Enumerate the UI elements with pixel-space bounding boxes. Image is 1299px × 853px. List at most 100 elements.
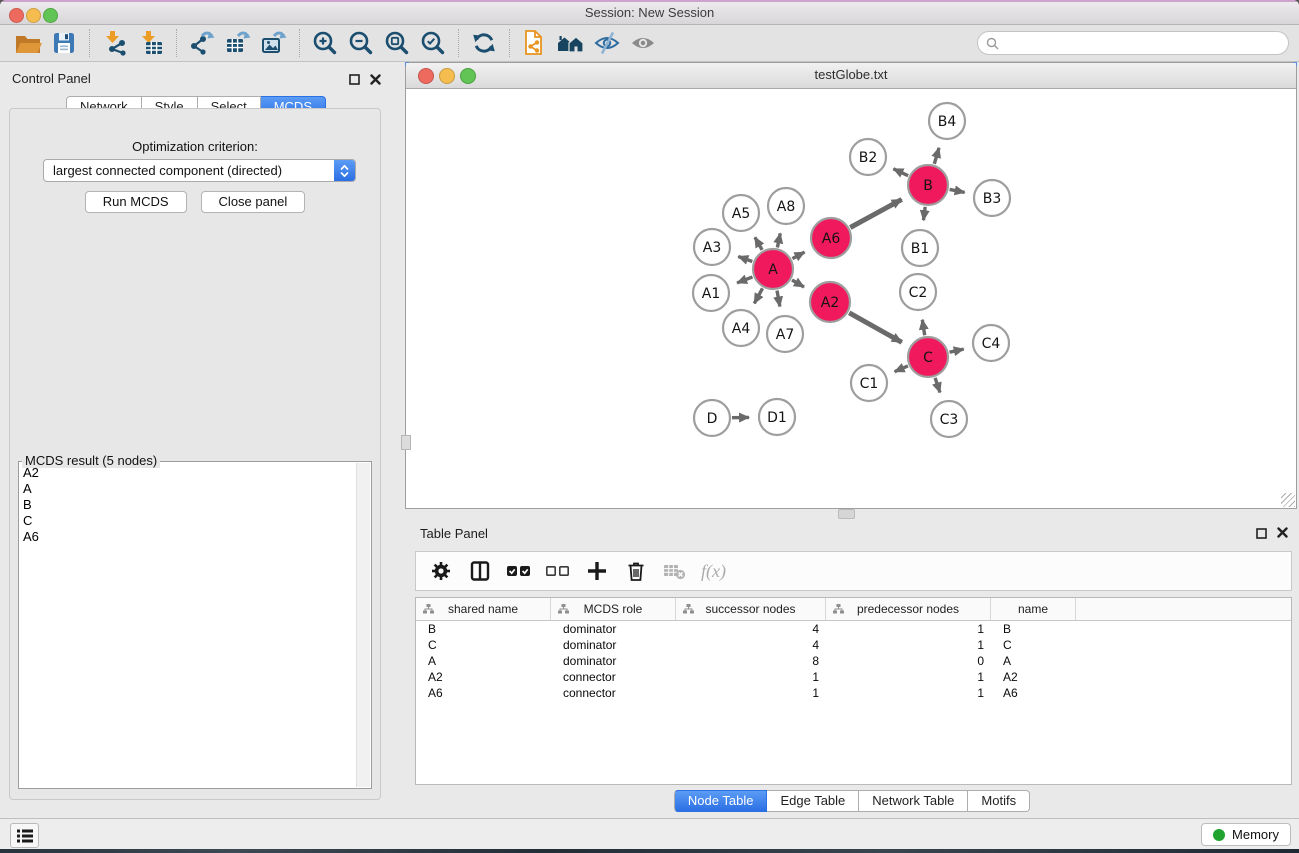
mcds-result-item[interactable]: B bbox=[23, 497, 356, 513]
unselect-all-columns-button[interactable] bbox=[545, 558, 571, 584]
tab-node-table[interactable]: Node Table bbox=[674, 790, 768, 812]
memory-button[interactable]: Memory bbox=[1201, 823, 1291, 846]
refresh-button[interactable] bbox=[466, 28, 502, 58]
mcds-result-item[interactable]: C bbox=[23, 513, 356, 529]
zoom-in-button[interactable] bbox=[307, 28, 343, 58]
edge-B-B3[interactable] bbox=[950, 189, 965, 192]
column-header-name[interactable]: name bbox=[991, 598, 1076, 620]
zoom-out-button[interactable] bbox=[343, 28, 379, 58]
edge-A-A6[interactable] bbox=[792, 252, 804, 259]
run-mcds-button[interactable]: Run MCDS bbox=[85, 191, 187, 213]
edge-A-A4[interactable] bbox=[754, 288, 762, 303]
cell: 1 bbox=[676, 686, 826, 700]
zoom-window-button[interactable] bbox=[43, 8, 58, 23]
table-row-A[interactable]: Adominator80A bbox=[416, 653, 1291, 669]
network-canvas[interactable]: B4B2BB3A8A5A6A3B1AA1C2A2A4A7C4CC1C3DD1 bbox=[406, 89, 1296, 508]
zoom-view-button[interactable] bbox=[460, 68, 476, 84]
mcds-result-item[interactable]: A2 bbox=[23, 465, 356, 481]
new-network-from-selection-button[interactable] bbox=[517, 28, 553, 58]
export-table-button[interactable] bbox=[220, 28, 256, 58]
close-panel-button[interactable]: Close panel bbox=[201, 191, 306, 213]
canvas-splitter-handle[interactable] bbox=[401, 435, 411, 450]
criterion-dropdown[interactable]: largest connected component (directed) bbox=[43, 159, 356, 182]
search-field[interactable] bbox=[977, 31, 1289, 55]
node-label-D1: D1 bbox=[767, 410, 787, 426]
window-title: Session: New Session bbox=[0, 2, 1299, 23]
select-all-columns-button[interactable] bbox=[506, 558, 532, 584]
edge-A-A8[interactable] bbox=[777, 233, 780, 247]
table-settings-button[interactable] bbox=[428, 558, 454, 584]
mcds-result-item[interactable]: A bbox=[23, 481, 356, 497]
edge-A-A3[interactable] bbox=[738, 257, 752, 262]
edge-A-A1[interactable] bbox=[737, 277, 752, 283]
zoom-selected-button[interactable] bbox=[415, 28, 451, 58]
export-image-button[interactable] bbox=[256, 28, 292, 58]
close-view-button[interactable] bbox=[418, 68, 434, 84]
split-columns-button[interactable] bbox=[467, 558, 493, 584]
column-header-MCDS-role[interactable]: MCDS role bbox=[551, 598, 676, 620]
cell: 1 bbox=[826, 638, 991, 652]
edge-B-B1[interactable] bbox=[924, 207, 926, 220]
close-table-panel-icon[interactable] bbox=[1277, 525, 1288, 543]
mcds-result-box: MCDS result (5 nodes) A2ABCA6 bbox=[18, 461, 372, 789]
column-type-icon bbox=[558, 604, 569, 614]
open-session-button[interactable] bbox=[10, 28, 46, 58]
column-type-icon bbox=[423, 604, 434, 614]
first-neighbors-button[interactable] bbox=[553, 28, 589, 58]
import-table-button[interactable] bbox=[133, 28, 169, 58]
minimize-view-button[interactable] bbox=[439, 68, 455, 84]
edge-A6-B[interactable] bbox=[850, 199, 901, 227]
column-header-predecessor-nodes[interactable]: predecessor nodes bbox=[826, 598, 991, 620]
edge-C-C4[interactable] bbox=[950, 349, 964, 352]
delete-column-button[interactable] bbox=[623, 558, 649, 584]
column-header-shared-name[interactable]: shared name bbox=[416, 598, 551, 620]
export-network-button[interactable] bbox=[184, 28, 220, 58]
mcds-result-item[interactable]: A6 bbox=[23, 529, 356, 545]
cell: dominator bbox=[551, 654, 676, 668]
tab-edge-table[interactable]: Edge Table bbox=[767, 790, 859, 812]
float-panel-icon[interactable] bbox=[349, 72, 360, 90]
toolbar-separator bbox=[509, 29, 510, 57]
edge-B-B4[interactable] bbox=[934, 148, 939, 164]
task-history-button[interactable] bbox=[10, 823, 39, 848]
table-row-C[interactable]: Cdominator41C bbox=[416, 637, 1291, 653]
tab-motifs[interactable]: Motifs bbox=[968, 790, 1030, 812]
close-window-button[interactable] bbox=[9, 8, 24, 23]
edge-A2-C[interactable] bbox=[849, 313, 902, 343]
edge-A-A7[interactable] bbox=[777, 291, 780, 307]
network-window-titlebar[interactable]: testGlobe.txt bbox=[406, 63, 1296, 89]
float-table-panel-icon[interactable] bbox=[1256, 526, 1267, 544]
show-all-button[interactable] bbox=[625, 28, 661, 58]
edge-C-C1[interactable] bbox=[895, 366, 908, 372]
cell: dominator bbox=[551, 622, 676, 636]
tab-network-table[interactable]: Network Table bbox=[859, 790, 968, 812]
window-resize-grip[interactable] bbox=[1281, 493, 1295, 507]
result-scrollbar[interactable] bbox=[356, 463, 370, 787]
node-label-A5: A5 bbox=[732, 206, 750, 222]
desktop-strip bbox=[0, 849, 1299, 853]
node-label-A6: A6 bbox=[822, 231, 841, 247]
hide-selected-button[interactable] bbox=[589, 28, 625, 58]
edge-A-A2[interactable] bbox=[792, 280, 804, 287]
table-row-A6[interactable]: A6connector11A6 bbox=[416, 685, 1291, 701]
cell: A6 bbox=[416, 686, 551, 700]
search-input[interactable] bbox=[1004, 35, 1280, 51]
edge-C-C3[interactable] bbox=[935, 378, 940, 393]
table-row-B[interactable]: Bdominator41B bbox=[416, 621, 1291, 637]
edge-A-A5[interactable] bbox=[755, 237, 762, 250]
control-panel-title: Control Panel bbox=[12, 71, 91, 86]
table-row-A2[interactable]: A2connector11A2 bbox=[416, 669, 1291, 685]
edge-B-B2[interactable] bbox=[893, 169, 908, 176]
add-column-button[interactable] bbox=[584, 558, 610, 584]
column-header-successor-nodes[interactable]: successor nodes bbox=[676, 598, 826, 620]
optimization-criterion-label: Optimization criterion: bbox=[10, 139, 380, 154]
edge-C-C2[interactable] bbox=[922, 320, 924, 336]
gear-icon bbox=[429, 559, 453, 583]
minimize-window-button[interactable] bbox=[26, 8, 41, 23]
zoom-fit-button[interactable] bbox=[379, 28, 415, 58]
delete-table-button[interactable] bbox=[662, 558, 688, 584]
save-session-button[interactable] bbox=[46, 28, 82, 58]
import-network-button[interactable] bbox=[97, 28, 133, 58]
close-panel-icon[interactable] bbox=[370, 72, 381, 90]
function-builder-button[interactable]: f(x) bbox=[701, 558, 726, 584]
